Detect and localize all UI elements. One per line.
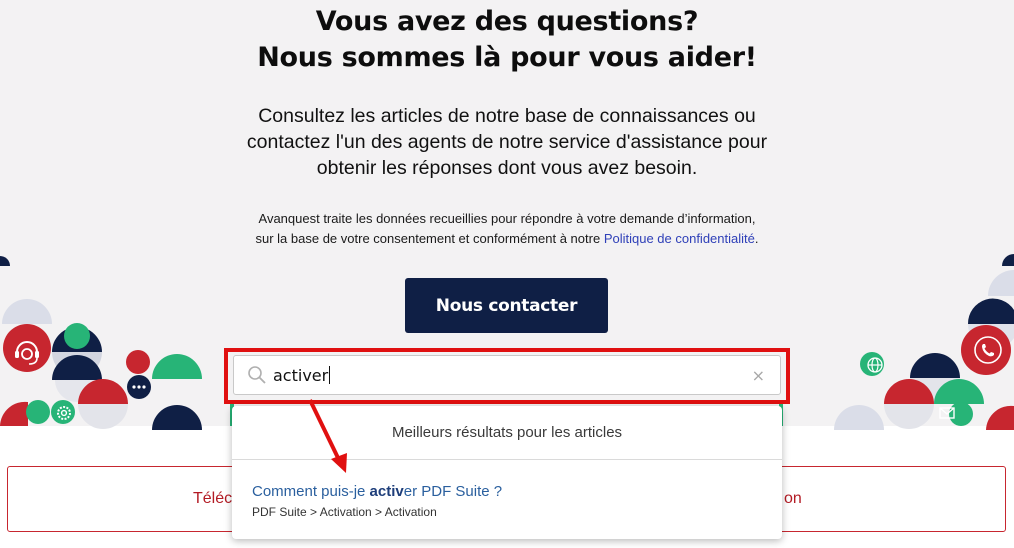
privacy-notice-suffix: . <box>754 230 759 246</box>
page-subtitle: Consultez les articles de notre base de … <box>207 103 807 181</box>
result-title-suffix: er PDF Suite ? <box>403 483 503 500</box>
privacy-notice: Avanquest traite les données recueillies… <box>207 209 807 248</box>
subtitle-line-1: Consultez les articles de notre base de … <box>258 105 756 127</box>
download-banner-right-text: on <box>784 490 802 507</box>
result-breadcrumb: PDF Suite > Activation > Activation <box>252 505 437 519</box>
arrow-icon <box>308 399 347 473</box>
page-title-line-2: Nous sommes là pour vous aider! <box>257 42 757 73</box>
chat-bubble-icon <box>128 378 150 400</box>
search-result-link[interactable]: Comment puis-je activer PDF Suite ? <box>252 483 502 500</box>
page-title-line-1: Vous avez des questions? <box>315 6 699 37</box>
subtitle-line-2: contactez l'un des agents de notre servi… <box>246 131 768 153</box>
privacy-notice-prefix: sur la base de votre consentement et con… <box>255 230 604 246</box>
page-title: Vous avez des questions? Nous sommes là … <box>0 4 1014 76</box>
privacy-notice-line-1: Avanquest traite les données recueillies… <box>258 211 756 226</box>
subtitle-line-3: obtenir les réponses dont vous avez beso… <box>316 157 698 179</box>
privacy-notice-line-2: sur la base de votre consentement et con… <box>207 229 807 249</box>
download-banner-left-text: Téléc <box>193 490 233 507</box>
gear-icon <box>57 406 71 420</box>
contact-us-button[interactable]: Nous contacter <box>405 278 608 333</box>
globe-icon <box>867 357 883 373</box>
privacy-policy-link[interactable]: Politique de confidentialité <box>604 231 755 246</box>
phone-icon <box>974 336 1002 364</box>
result-title-prefix: Comment puis-je <box>252 483 370 500</box>
headset-icon <box>15 341 39 365</box>
result-title-match: activ <box>369 483 404 500</box>
mail-icon <box>939 407 955 419</box>
